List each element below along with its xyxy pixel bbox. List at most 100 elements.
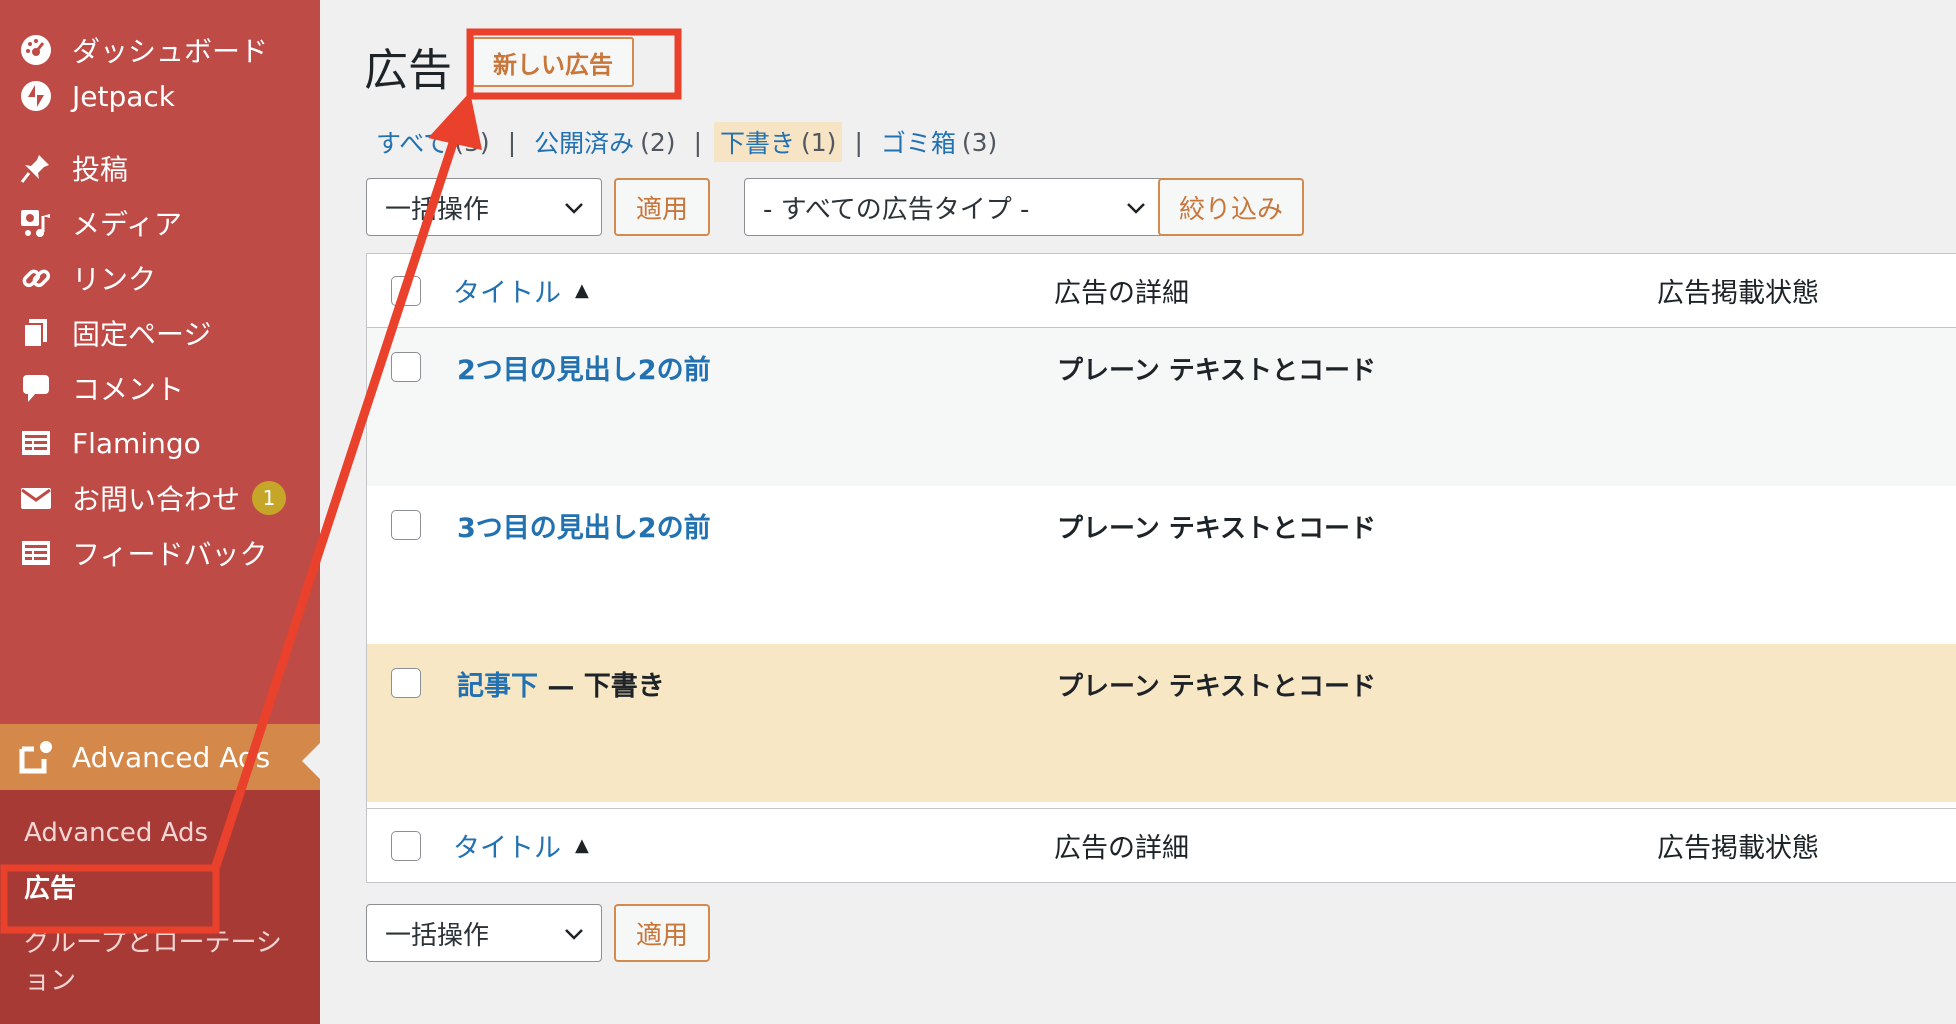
dashboard-icon bbox=[18, 32, 54, 68]
column-title-label: タイトル bbox=[453, 833, 561, 864]
ad-details: プレーン テキストとコード bbox=[1057, 356, 1376, 386]
filter-count: (2) bbox=[640, 127, 676, 157]
pin-icon bbox=[18, 150, 54, 186]
column-details-bottom: 広告の詳細 bbox=[1054, 833, 1189, 864]
jetpack-icon bbox=[18, 78, 54, 114]
sidebar-item-label: メディア bbox=[72, 208, 183, 241]
filter-count: (1) bbox=[801, 127, 837, 157]
sidebar-item-label: コメント bbox=[72, 373, 185, 406]
filter-all[interactable]: すべて (3) bbox=[370, 122, 496, 162]
ad-title-link[interactable]: 2つ目の見出し2の前 bbox=[457, 348, 711, 387]
sidebar-item-links[interactable]: リンク bbox=[0, 250, 320, 306]
submenu-item-ads[interactable]: 広告 bbox=[24, 870, 294, 908]
bulk-action-value: 一括操作 bbox=[385, 920, 490, 951]
apply-button-top[interactable]: 適用 bbox=[614, 178, 710, 236]
ad-title-link[interactable]: 3つ目の見出し2の前 bbox=[457, 506, 711, 545]
sidebar-item-contact[interactable]: お問い合わせ 1 bbox=[0, 470, 320, 526]
filter-published-link[interactable]: 公開済み bbox=[534, 124, 634, 160]
select-all-checkbox[interactable] bbox=[391, 275, 421, 306]
status-filter-links: すべて (3) | 公開済み (2) | 下書き (1) | ゴミ箱 (3) bbox=[370, 122, 1003, 162]
column-title-label: タイトル bbox=[453, 278, 561, 309]
ad-state: — 下書き bbox=[538, 671, 665, 702]
add-new-ad-button[interactable]: 新しい広告 bbox=[472, 37, 634, 87]
filter-draft[interactable]: 下書き (1) bbox=[714, 122, 843, 162]
table-row: 記事下 — 下書き プレーン テキストとコード bbox=[367, 644, 1956, 802]
ad-title-text: 記事下 bbox=[457, 671, 538, 702]
sidebar-item-label: ダッシュボード bbox=[72, 35, 269, 68]
sidebar-item-feedback[interactable]: フィードバック bbox=[0, 525, 320, 581]
form-icon bbox=[18, 425, 54, 461]
submenu-item-groups[interactable]: グループとローテーション bbox=[24, 924, 294, 1000]
notification-badge: 1 bbox=[252, 481, 287, 515]
feedback-icon bbox=[18, 535, 54, 571]
active-menu-indicator bbox=[302, 743, 320, 779]
filter-trash[interactable]: ゴミ箱 (3) bbox=[875, 122, 1003, 162]
sidebar-item-comments[interactable]: コメント bbox=[0, 360, 320, 416]
table-row: 2つ目の見出し2の前 プレーン テキストとコード bbox=[367, 328, 1956, 486]
ad-title-text: 3つ目の見出し2の前 bbox=[457, 513, 711, 544]
chevron-down-icon bbox=[1127, 203, 1145, 214]
sidebar-submenu: Advanced Ads 広告 グループとローテーション bbox=[0, 790, 320, 1024]
sidebar-item-label: フィードバック bbox=[72, 538, 268, 571]
sort-ascending-icon: ▲ bbox=[575, 280, 589, 301]
sidebar-item-label: Flamingo bbox=[72, 426, 201, 460]
column-title-sortable-bottom[interactable]: タイトル ▲ bbox=[453, 826, 589, 865]
sidebar-item-label: Jetpack bbox=[72, 79, 176, 113]
column-status-bottom: 広告掲載状態 bbox=[1657, 833, 1819, 864]
filter-separator: | bbox=[854, 127, 863, 157]
bulk-action-select-top[interactable]: 一括操作 bbox=[366, 178, 602, 236]
main-content: 広告 新しい広告 すべて (3) | 公開済み (2) | 下書き (1) | … bbox=[320, 0, 1956, 1024]
advanced-ads-icon bbox=[18, 739, 54, 775]
apply-button-bottom[interactable]: 適用 bbox=[614, 904, 710, 962]
sidebar-item-posts[interactable]: 投稿 bbox=[0, 140, 320, 196]
sidebar-item-jetpack[interactable]: Jetpack bbox=[0, 68, 320, 124]
filter-separator: | bbox=[693, 127, 702, 157]
bulk-action-select-bottom[interactable]: 一括操作 bbox=[366, 904, 602, 962]
table-row: 3つ目の見出し2の前 プレーン テキストとコード bbox=[367, 486, 1956, 644]
filter-draft-link[interactable]: 下書き bbox=[720, 124, 795, 160]
submenu-item-advanced-ads[interactable]: Advanced Ads bbox=[24, 814, 294, 852]
column-title-sortable[interactable]: タイトル ▲ bbox=[453, 271, 589, 310]
ad-details: プレーン テキストとコード bbox=[1057, 514, 1376, 544]
filter-trash-link[interactable]: ゴミ箱 bbox=[881, 124, 956, 160]
media-icon bbox=[18, 205, 54, 241]
admin-sidebar: ダッシュボード Jetpack 投稿 メディア リンク 固定ページ コメント F… bbox=[0, 0, 320, 1024]
sidebar-item-advanced-ads[interactable]: Advanced Ads bbox=[0, 724, 320, 790]
filter-published[interactable]: 公開済み (2) bbox=[528, 122, 681, 162]
row-checkbox[interactable] bbox=[391, 510, 421, 540]
comment-icon bbox=[18, 370, 54, 406]
sidebar-item-flamingo[interactable]: Flamingo bbox=[0, 415, 320, 471]
page-title: 広告 bbox=[364, 45, 452, 96]
table-footer: タイトル ▲ 広告の詳細 広告掲載状態 bbox=[367, 808, 1956, 882]
ad-details: プレーン テキストとコード bbox=[1057, 672, 1376, 702]
mail-icon bbox=[18, 480, 54, 516]
sidebar-item-label: Advanced Ads bbox=[72, 740, 271, 774]
sidebar-item-media[interactable]: メディア bbox=[0, 195, 320, 251]
select-all-checkbox-bottom[interactable] bbox=[391, 830, 421, 861]
ad-type-value: - すべての広告タイプ - bbox=[763, 194, 1030, 225]
sidebar-item-label: お問い合わせ bbox=[72, 483, 241, 516]
ads-table: タイトル ▲ 広告の詳細 広告掲載状態 2つ目の見出し2の前 プレーン テキスト… bbox=[366, 253, 1956, 883]
filter-count: (3) bbox=[454, 127, 490, 157]
sidebar-item-pages[interactable]: 固定ページ bbox=[0, 305, 320, 361]
chevron-down-icon bbox=[565, 203, 583, 214]
table-header: タイトル ▲ 広告の詳細 広告掲載状態 bbox=[367, 254, 1956, 328]
row-checkbox[interactable] bbox=[391, 668, 421, 698]
filter-all-link[interactable]: すべて bbox=[376, 124, 448, 160]
filter-button[interactable]: 絞り込み bbox=[1158, 178, 1304, 236]
column-status: 広告掲載状態 bbox=[1657, 278, 1819, 309]
filter-separator: | bbox=[507, 127, 517, 157]
column-details: 広告の詳細 bbox=[1054, 278, 1189, 309]
sidebar-item-label: リンク bbox=[72, 263, 157, 296]
sidebar-item-label: 投稿 bbox=[72, 153, 129, 186]
filter-count: (3) bbox=[961, 127, 998, 157]
row-checkbox[interactable] bbox=[391, 352, 421, 382]
ad-type-select[interactable]: - すべての広告タイプ - bbox=[744, 178, 1164, 236]
ad-title-text: 2つ目の見出し2の前 bbox=[457, 355, 711, 386]
link-icon bbox=[18, 260, 54, 296]
bulk-action-value: 一括操作 bbox=[385, 194, 490, 225]
sidebar-item-label: 固定ページ bbox=[72, 318, 212, 351]
ad-title-link[interactable]: 記事下 — 下書き bbox=[457, 664, 665, 703]
page-icon bbox=[18, 315, 54, 351]
chevron-down-icon bbox=[565, 929, 583, 940]
